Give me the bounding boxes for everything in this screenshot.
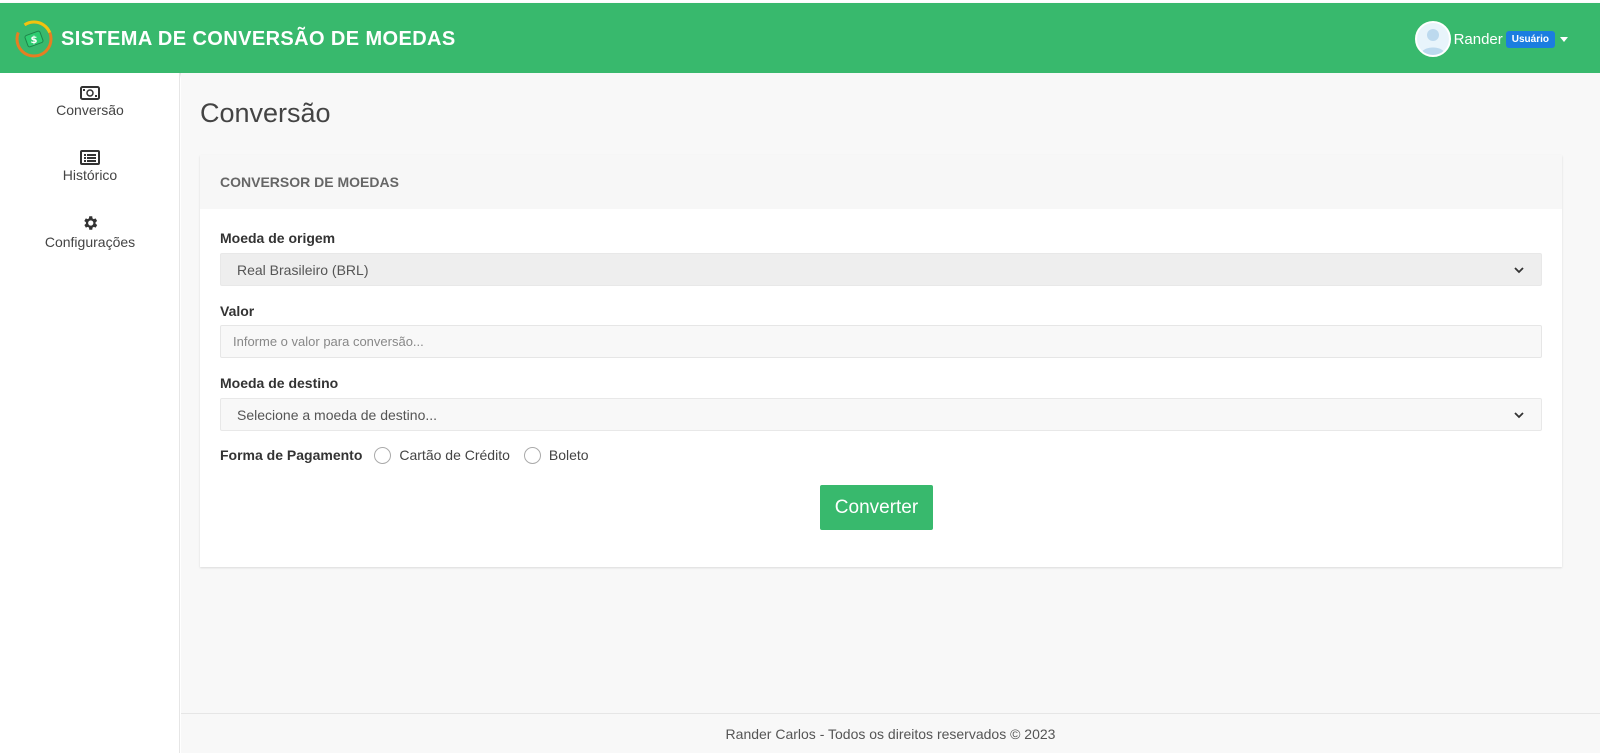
svg-text:$: $ — [31, 35, 38, 46]
user-name[interactable]: Rander — [1454, 31, 1503, 48]
chevron-down-icon — [1514, 266, 1524, 273]
list-icon — [80, 150, 100, 165]
money-bill-icon — [80, 86, 100, 100]
chevron-down-icon — [1514, 411, 1524, 418]
converter-card: CONVERSOR DE MOEDAS Moeda de origem Real… — [200, 155, 1562, 567]
card-header: CONVERSOR DE MOEDAS — [200, 155, 1562, 209]
sidebar-item-label: Histórico — [62, 167, 118, 183]
credit-card-radio-label[interactable]: Cartão de Crédito — [399, 447, 510, 463]
sidebar-item-historico[interactable]: Histórico — [0, 150, 180, 183]
credit-card-radio[interactable] — [374, 446, 392, 464]
boleto-radio[interactable] — [523, 446, 541, 464]
destination-currency-label: Moeda de destino — [220, 375, 339, 391]
sidebar-item-conversao[interactable]: Conversão — [0, 86, 180, 118]
amount-label: Valor — [220, 303, 255, 319]
user-menu[interactable]: Rander Usuário — [1414, 21, 1568, 57]
top-navbar: $ SISTEMA DE CONVERSÃO DE MOEDAS Rander … — [0, 3, 1600, 73]
boleto-radio-label[interactable]: Boleto — [549, 447, 589, 463]
sidebar-item-label: Conversão — [56, 102, 124, 118]
origin-currency-select[interactable]: Real Brasileiro (BRL) — [220, 253, 1542, 286]
convert-button[interactable]: Converter — [820, 485, 933, 530]
sidebar-item-label: Configurações — [44, 234, 136, 250]
destination-currency-select[interactable]: Selecione a moeda de destino... — [220, 398, 1542, 431]
payment-method-group: Forma de Pagamento Cartão de Crédito Bol… — [220, 444, 603, 466]
role-badge: Usuário — [1505, 30, 1555, 48]
main-content: Conversão CONVERSOR DE MOEDAS Moeda de o… — [181, 73, 1600, 753]
origin-currency-value: Real Brasileiro (BRL) — [237, 261, 369, 278]
footer-text: Rander Carlos - Todos os direitos reserv… — [725, 726, 1056, 742]
card-title: CONVERSOR DE MOEDAS — [220, 174, 399, 190]
app-title: SISTEMA DE CONVERSÃO DE MOEDAS — [61, 28, 456, 50]
gear-icon — [84, 216, 98, 230]
page-title: Conversão — [200, 98, 331, 128]
caret-down-icon[interactable] — [1560, 36, 1568, 42]
user-avatar-icon — [1420, 29, 1445, 55]
currency-logo-icon: $ — [15, 20, 53, 58]
destination-currency-placeholder: Selecione a moeda de destino... — [237, 406, 438, 423]
origin-currency-label: Moeda de origem — [220, 230, 336, 246]
sidebar: Conversão Histórico Configurações — [0, 73, 180, 753]
sidebar-item-configuracoes[interactable]: Configurações — [0, 214, 180, 250]
avatar[interactable] — [1414, 21, 1451, 57]
payment-method-label: Forma de Pagamento — [220, 447, 363, 463]
footer: Rander Carlos - Todos os direitos reserv… — [181, 713, 1600, 753]
amount-input[interactable] — [220, 325, 1542, 358]
